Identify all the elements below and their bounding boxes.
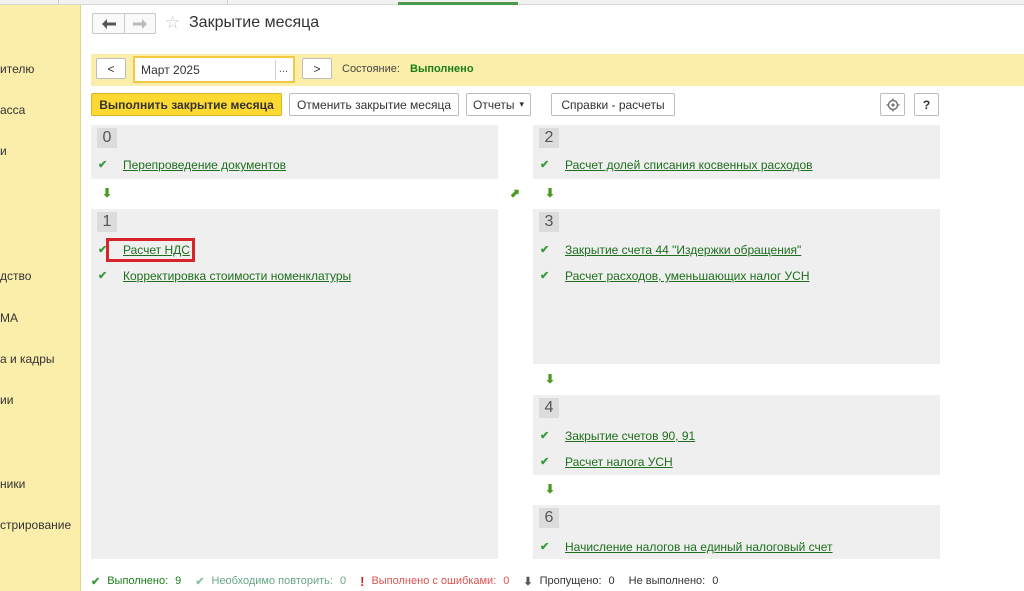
check-icon: ✔ [540,456,550,468]
notdone-label: Не выполнено: [628,575,706,587]
period-picker-button[interactable]: ... [275,60,291,80]
footer-repeat: ✔ Необходимо повторить: 0 [195,575,346,588]
check-icon: ✔ [91,575,101,588]
settings-button[interactable] [880,93,905,116]
group-number: 0 [97,128,117,148]
prev-period-button[interactable]: < [96,58,126,79]
group-3: 3 ✔ Закрытие счета 44 "Издержки обращени… [533,209,940,364]
star-icon[interactable]: ☆ [165,13,180,33]
arrow-down-icon: ⬇ [545,482,556,496]
active-tab-indicator [398,2,518,5]
check-icon: ✔ [540,541,550,553]
task-link-reposting[interactable]: Перепроведение документов [123,158,286,172]
task-link-ens-taxes[interactable]: Начисление налогов на единый налоговый с… [565,540,833,554]
arrow-down-icon: ⬇ [545,186,556,200]
errors-count: 0 [503,575,510,587]
task-link-accounts-90-91[interactable]: Закрытие счетов 90, 91 [565,429,695,443]
done-label: Выполнено: [107,575,169,587]
group-number: 4 [539,398,559,418]
arrow-left-icon [101,18,116,29]
arrow-down-icon: ⬇ [545,372,556,386]
exclamation-icon: ! [360,573,365,589]
check-icon: ✔ [540,159,550,171]
group-6: 6 ✔ Начисление налогов на единый налогов… [533,505,940,559]
errors-label: Выполнено с ошибками: [371,575,497,587]
footer-skipped: ⬇ Пропущено: 0 [523,575,614,588]
arrow-diagonal-icon: ⬈ [510,186,521,200]
repeat-count: 0 [339,575,347,587]
footer-notdone: Не выполнено: 0 [629,575,719,587]
certificates-calc-button[interactable]: Справки - расчеты [551,93,675,116]
check-icon: ✔ [540,270,550,282]
group-2: 2 ✔ Расчет долей списания косвенных расх… [533,125,940,179]
sidebar-item[interactable]: стрирование [0,518,71,532]
check-icon: ✔ [540,430,550,442]
task-link-usn-tax[interactable]: Расчет налога УСН [565,455,673,469]
footer-errors: ! Выполнено с ошибками: 0 [360,574,509,589]
page-title: Закрытие месяца [189,14,320,31]
group-0: 0 ✔ Перепроведение документов [91,125,498,179]
help-button[interactable]: ? [914,93,939,116]
history-nav [92,13,156,34]
group-number: 6 [539,508,559,528]
reports-dropdown[interactable]: Отчеты ▾ [466,93,531,116]
check-icon: ✔ [540,244,550,256]
done-count: 9 [175,575,182,587]
group-4: 4 ✔ Закрытие счетов 90, 91 ✔ Расчет нало… [533,395,940,475]
state-value: Выполнено [410,63,474,75]
group-number: 3 [539,212,559,232]
notdone-count: 0 [712,575,719,587]
state-label: Состояние: [342,63,400,75]
sidebar-item[interactable]: а и кадры [0,352,55,366]
status-footer: ✔ Выполнено: 9 ✔ Необходимо повторить: 0… [91,574,732,589]
highlight-box [106,238,195,262]
sidebar-item[interactable]: асса [0,103,25,117]
run-month-close-button[interactable]: Выполнить закрытие месяца [91,93,282,116]
period-input[interactable]: Март 2025 [137,60,277,80]
forward-button[interactable] [124,14,155,33]
sidebar: ителю асса и дство МА а и кадры ии ники … [0,5,81,591]
sidebar-item[interactable]: МА [0,311,18,325]
skipped-count: 0 [608,575,615,587]
chevron-down-icon: ▾ [519,99,524,109]
sidebar-item[interactable]: ителю [0,62,34,76]
group-number: 2 [539,128,559,148]
task-link-usn-expenses[interactable]: Расчет расходов, уменьшающих налог УСН [565,269,810,283]
check-icon: ✔ [98,159,108,171]
repeat-label: Необходимо повторить: [211,575,333,587]
reports-label: Отчеты [472,97,515,112]
task-link-indirect-costs[interactable]: Расчет долей списания косвенных расходов [565,158,813,172]
arrow-down-icon: ⬇ [523,575,533,588]
period-field: Март 2025 ... [133,56,295,83]
skipped-label: Пропущено: [539,575,602,587]
sidebar-item[interactable]: и [0,144,7,158]
task-link-account-44[interactable]: Закрытие счета 44 "Издержки обращения" [565,243,801,257]
check-icon: ✔ [195,575,205,588]
check-icon: ✔ [98,270,108,282]
sidebar-item[interactable]: ники [0,477,25,491]
footer-done: ✔ Выполнено: 9 [91,575,181,588]
task-link-cost-adjustment[interactable]: Корректировка стоимости номенклатуры [123,269,351,283]
group-number: 1 [97,212,117,232]
arrow-down-icon: ⬇ [102,186,113,200]
gear-icon [886,98,899,111]
tab-divider [227,0,228,5]
next-period-button[interactable]: > [302,58,332,79]
back-button[interactable] [93,14,124,33]
top-tab-strip [0,0,1024,5]
arrow-right-icon [133,18,147,29]
sidebar-item[interactable]: ии [0,393,13,407]
cancel-month-close-button[interactable]: Отменить закрытие месяца [289,93,459,116]
sidebar-item[interactable]: дство [0,269,31,283]
